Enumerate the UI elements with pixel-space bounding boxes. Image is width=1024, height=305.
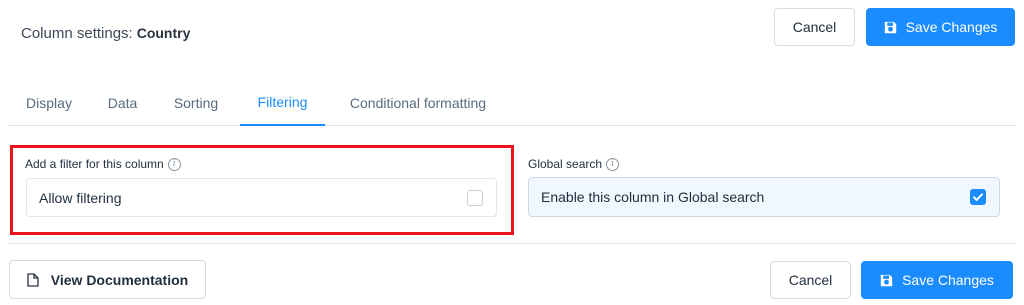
info-icon[interactable]: i	[167, 157, 181, 171]
page-title: Column settings: Country	[21, 25, 190, 42]
title-prefix: Column settings:	[21, 25, 133, 42]
tab-sorting[interactable]: Sorting	[160, 80, 232, 126]
allow-filtering-field[interactable]: Allow filtering	[26, 178, 497, 217]
divider	[8, 243, 1016, 244]
cancel-button-top[interactable]: Cancel	[774, 8, 855, 46]
document-icon	[27, 272, 39, 287]
doc-label: View Documentation	[50, 271, 189, 288]
tab-display[interactable]: Display	[8, 80, 90, 126]
tab-conditional-formatting[interactable]: Conditional formatting	[332, 80, 504, 126]
tab-bar: Display Data Sorting Filtering Condition…	[8, 80, 1016, 126]
cancel-label: Cancel	[788, 272, 833, 288]
allow-filtering-checkbox[interactable]	[467, 189, 483, 206]
checkmark-icon	[973, 193, 983, 201]
global-search-checkbox[interactable]	[970, 189, 986, 205]
tab-data[interactable]: Data	[96, 80, 149, 126]
save-label: Save Changes	[905, 19, 998, 35]
info-icon[interactable]: i	[606, 157, 620, 171]
floppy-disk-icon	[884, 21, 896, 33]
allow-filtering-label: Allow filtering	[39, 189, 122, 206]
view-documentation-button[interactable]: View Documentation	[9, 260, 206, 299]
save-label: Save Changes	[902, 272, 994, 288]
global-search-field[interactable]: Enable this column in Global search	[528, 177, 1000, 217]
save-button-top[interactable]: Save Changes	[866, 8, 1015, 46]
save-button-bottom[interactable]: Save Changes	[861, 261, 1013, 299]
global-search-option-label: Enable this column in Global search	[541, 189, 765, 205]
filter-section-label: Add a filter for this column i	[25, 157, 181, 171]
cancel-button-bottom[interactable]: Cancel	[770, 261, 851, 299]
column-name: Country	[136, 25, 191, 41]
tab-filtering[interactable]: Filtering	[240, 80, 325, 126]
global-search-section-label: Global search i	[528, 157, 620, 171]
cancel-label: Cancel	[792, 19, 837, 35]
floppy-disk-icon	[880, 274, 893, 286]
